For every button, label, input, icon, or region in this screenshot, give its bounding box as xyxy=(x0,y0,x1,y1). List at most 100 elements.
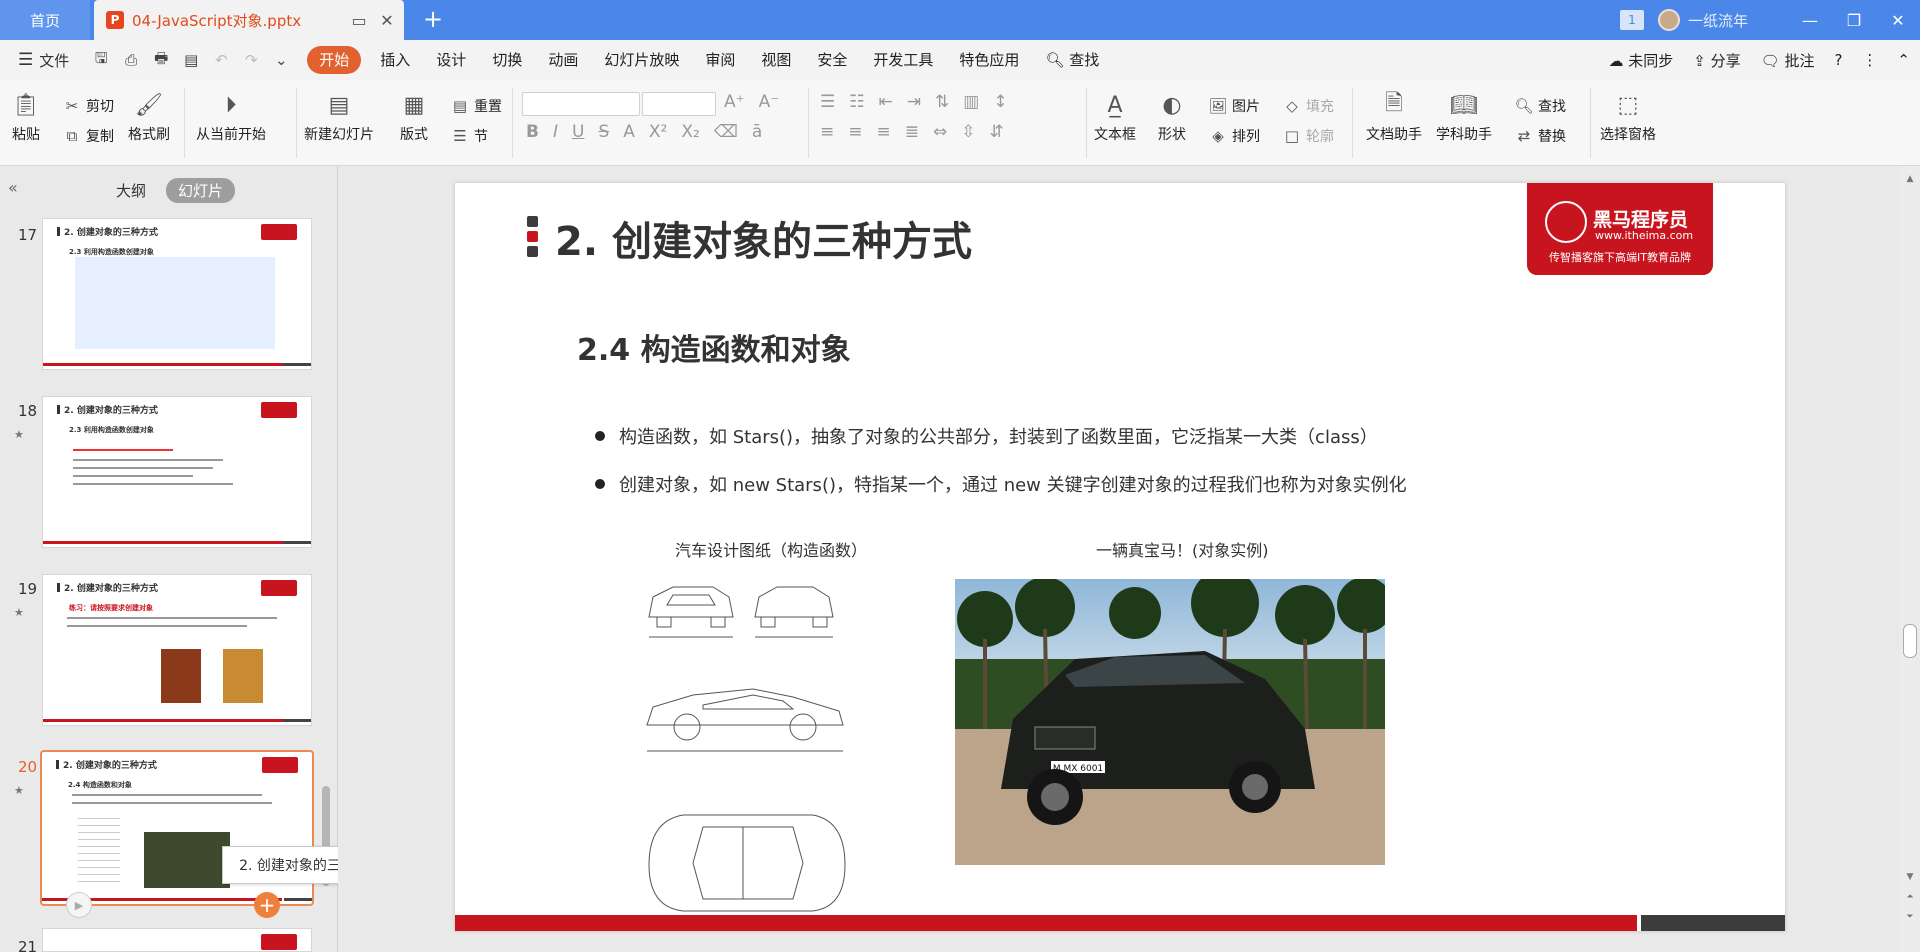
collapse-panel-icon[interactable]: « xyxy=(8,178,18,197)
comment-button[interactable]: 🗨 批注 xyxy=(1761,50,1815,71)
redo-icon[interactable]: ↷ xyxy=(241,51,261,69)
indent-icon[interactable]: ⇥ xyxy=(907,92,921,112)
arrange-button[interactable]: ◈ 排列 xyxy=(1208,126,1260,146)
outline-button[interactable]: □ 轮廓 xyxy=(1282,126,1334,146)
tab-document[interactable]: P 04-JavaScript对象.pptx ▭ ✕ xyxy=(94,0,404,40)
print-icon[interactable]: 🖶 xyxy=(151,48,171,73)
caption-car[interactable]: 一辆真宝马！(对象实例) xyxy=(1096,537,1269,561)
menu-tab-insert[interactable]: 插入 xyxy=(367,46,423,74)
section-button[interactable]: ☰ 节 xyxy=(450,126,488,146)
align-center-icon[interactable]: ≡ xyxy=(848,122,862,142)
sync-status[interactable]: ☁ 未同步 xyxy=(1608,50,1673,71)
copy-button[interactable]: ⧉ 复制 xyxy=(62,126,114,146)
replace-button[interactable]: ⇄ 替换 xyxy=(1514,126,1566,146)
help-icon[interactable]: ? xyxy=(1834,51,1842,69)
bullet-item[interactable]: 创建对象，如 new Stars()，特指某一个，通过 new 关键字创建对象的… xyxy=(595,471,1407,497)
export-icon[interactable]: ▤ xyxy=(181,51,201,69)
underline-icon[interactable]: U xyxy=(572,122,584,142)
bold-icon[interactable]: B xyxy=(526,122,539,142)
bullet-item[interactable]: 构造函数，如 Stars()，抽象了对象的公共部分，封装到了函数里面，它泛指某一… xyxy=(595,423,1378,449)
new-slide-button[interactable]: ▤ 新建幻灯片 xyxy=(304,90,374,144)
page-down-icon[interactable]: ⏷ xyxy=(1904,912,1916,922)
menu-tab-home[interactable]: 开始 xyxy=(307,46,362,74)
play-slide-icon[interactable]: ▶ xyxy=(66,892,92,918)
scroll-up-icon[interactable]: ▲ xyxy=(1904,174,1916,184)
menu-tab-developer[interactable]: 开发工具 xyxy=(860,46,946,74)
layout-button[interactable]: ▦ 版式 xyxy=(400,90,428,144)
numbered-list-icon[interactable]: ☷ xyxy=(849,92,864,112)
slide-thumbnail-17[interactable]: 2. 创建对象的三种方式 2.3 利用构造函数创建对象 xyxy=(42,218,312,370)
valign-icon[interactable]: ⇵ xyxy=(990,122,1004,142)
format-painter-button[interactable]: 🖌︎ 格式刷 xyxy=(128,90,170,144)
scroll-down-icon[interactable]: ▼ xyxy=(1904,872,1916,882)
font-color-icon[interactable]: A xyxy=(623,122,635,142)
bullet-list-icon[interactable]: ☰ xyxy=(820,92,835,112)
add-slide-button[interactable]: + xyxy=(254,892,280,918)
tab-outline[interactable]: 大纲 xyxy=(104,178,158,203)
canvas-scrollbar[interactable]: ▲ ▼ ⏶ ⏷ xyxy=(1900,166,1920,952)
menu-tab-search[interactable]: 🔍︎ 查找 xyxy=(1032,46,1112,74)
collapse-ribbon-icon[interactable]: ⌃ xyxy=(1897,51,1910,69)
restore-window-icon[interactable]: ❐ xyxy=(1832,0,1876,40)
page-up-icon[interactable]: ⏶ xyxy=(1904,892,1916,902)
user-name[interactable]: 一纸流年 xyxy=(1688,10,1748,31)
font-size-select[interactable] xyxy=(642,92,716,116)
car-photo[interactable]: M MX 6001 xyxy=(955,579,1385,865)
undo-icon[interactable]: ↶ xyxy=(211,51,231,69)
find-button[interactable]: 🔍︎ 查找 xyxy=(1514,96,1566,116)
strikethrough-icon[interactable]: S xyxy=(598,122,609,142)
slide-subtitle[interactable]: 2.4 构造函数和对象 xyxy=(577,325,851,369)
print-preview-icon[interactable]: ⎙ xyxy=(121,51,141,69)
fill-button[interactable]: ◇ 填充 xyxy=(1282,96,1334,116)
slide-thumbnail-19[interactable]: 2. 创建对象的三种方式 练习：请按照要求创建对象 xyxy=(42,574,312,726)
share-button[interactable]: ⇪ 分享 xyxy=(1693,50,1740,71)
avatar[interactable] xyxy=(1657,9,1680,31)
scroll-thumb[interactable] xyxy=(1903,624,1917,658)
selection-pane-button[interactable]: ⬚ 选择窗格 xyxy=(1600,90,1656,144)
slide-canvas[interactable]: 2. 创建对象的三种方式 黑马程序员 www.itheima.com 传智播客旗… xyxy=(455,183,1785,931)
restore-tab-icon[interactable]: ▭ xyxy=(348,9,370,31)
reset-button[interactable]: ▤ 重置 xyxy=(450,96,502,116)
menu-tab-review[interactable]: 审阅 xyxy=(692,46,748,74)
caption-blueprint[interactable]: 汽车设计图纸（构造函数） xyxy=(675,537,867,561)
new-tab-button[interactable]: + xyxy=(418,4,448,34)
line-spacing-icon[interactable]: ↕ xyxy=(993,92,1007,112)
slide-thumbnail-18[interactable]: 2. 创建对象的三种方式 2.3 利用构造函数创建对象 xyxy=(42,396,312,548)
picture-button[interactable]: 🖼︎ 图片 xyxy=(1208,96,1260,116)
distribute-icon[interactable]: ⇔ xyxy=(933,122,947,142)
file-menu[interactable]: ☰ 文件 xyxy=(18,50,69,71)
para-spacing-icon[interactable]: ⇳ xyxy=(961,122,975,142)
eraser-icon[interactable]: ⌫ xyxy=(714,122,738,142)
shape-button[interactable]: ◐ 形状 xyxy=(1158,90,1186,144)
align-right-icon[interactable]: ≡ xyxy=(877,122,891,142)
subscript-icon[interactable]: X₂ xyxy=(681,122,699,142)
text-direction-icon[interactable]: ⇅ xyxy=(935,92,949,112)
align-left-icon[interactable]: ≡ xyxy=(820,122,834,142)
italic-icon[interactable]: I xyxy=(553,122,558,142)
menu-tab-security[interactable]: 安全 xyxy=(804,46,860,74)
columns-icon[interactable]: ▥ xyxy=(963,92,979,112)
menu-tab-slideshow[interactable]: 幻灯片放映 xyxy=(591,46,692,74)
more-icon[interactable]: ⋮ xyxy=(1862,51,1877,69)
textbox-button[interactable]: A̲ 文本框 xyxy=(1094,90,1136,144)
text-effect-icon[interactable]: ā xyxy=(752,122,762,142)
slide-thumbnail-21[interactable] xyxy=(42,928,312,952)
decrease-font-icon[interactable]: A⁻ xyxy=(759,92,780,112)
justify-icon[interactable]: ≣ xyxy=(905,122,919,142)
menu-tab-transition[interactable]: 切换 xyxy=(479,46,535,74)
slide-title[interactable]: 2. 创建对象的三种方式 xyxy=(555,209,972,267)
car-blueprint-image[interactable] xyxy=(643,575,853,913)
close-window-icon[interactable]: ✕ xyxy=(1876,0,1920,40)
customize-icon[interactable]: ⌄ xyxy=(271,51,291,69)
minimize-icon[interactable]: — xyxy=(1788,0,1832,40)
outdent-icon[interactable]: ⇤ xyxy=(879,92,893,112)
play-from-current-button[interactable]: ⏵ 从当前开始 xyxy=(196,90,266,144)
cut-button[interactable]: ✂ 剪切 xyxy=(62,96,114,116)
menu-tab-design[interactable]: 设计 xyxy=(423,46,479,74)
paste-button[interactable]: 📋︎ 粘贴 xyxy=(12,90,40,144)
font-family-select[interactable] xyxy=(522,92,640,116)
doc-helper-button[interactable]: 🗎 文档助手 xyxy=(1366,90,1422,144)
close-tab-icon[interactable]: ✕ xyxy=(376,9,398,31)
increase-font-icon[interactable]: A⁺ xyxy=(724,92,745,112)
tab-home[interactable]: 首页 xyxy=(0,0,90,40)
